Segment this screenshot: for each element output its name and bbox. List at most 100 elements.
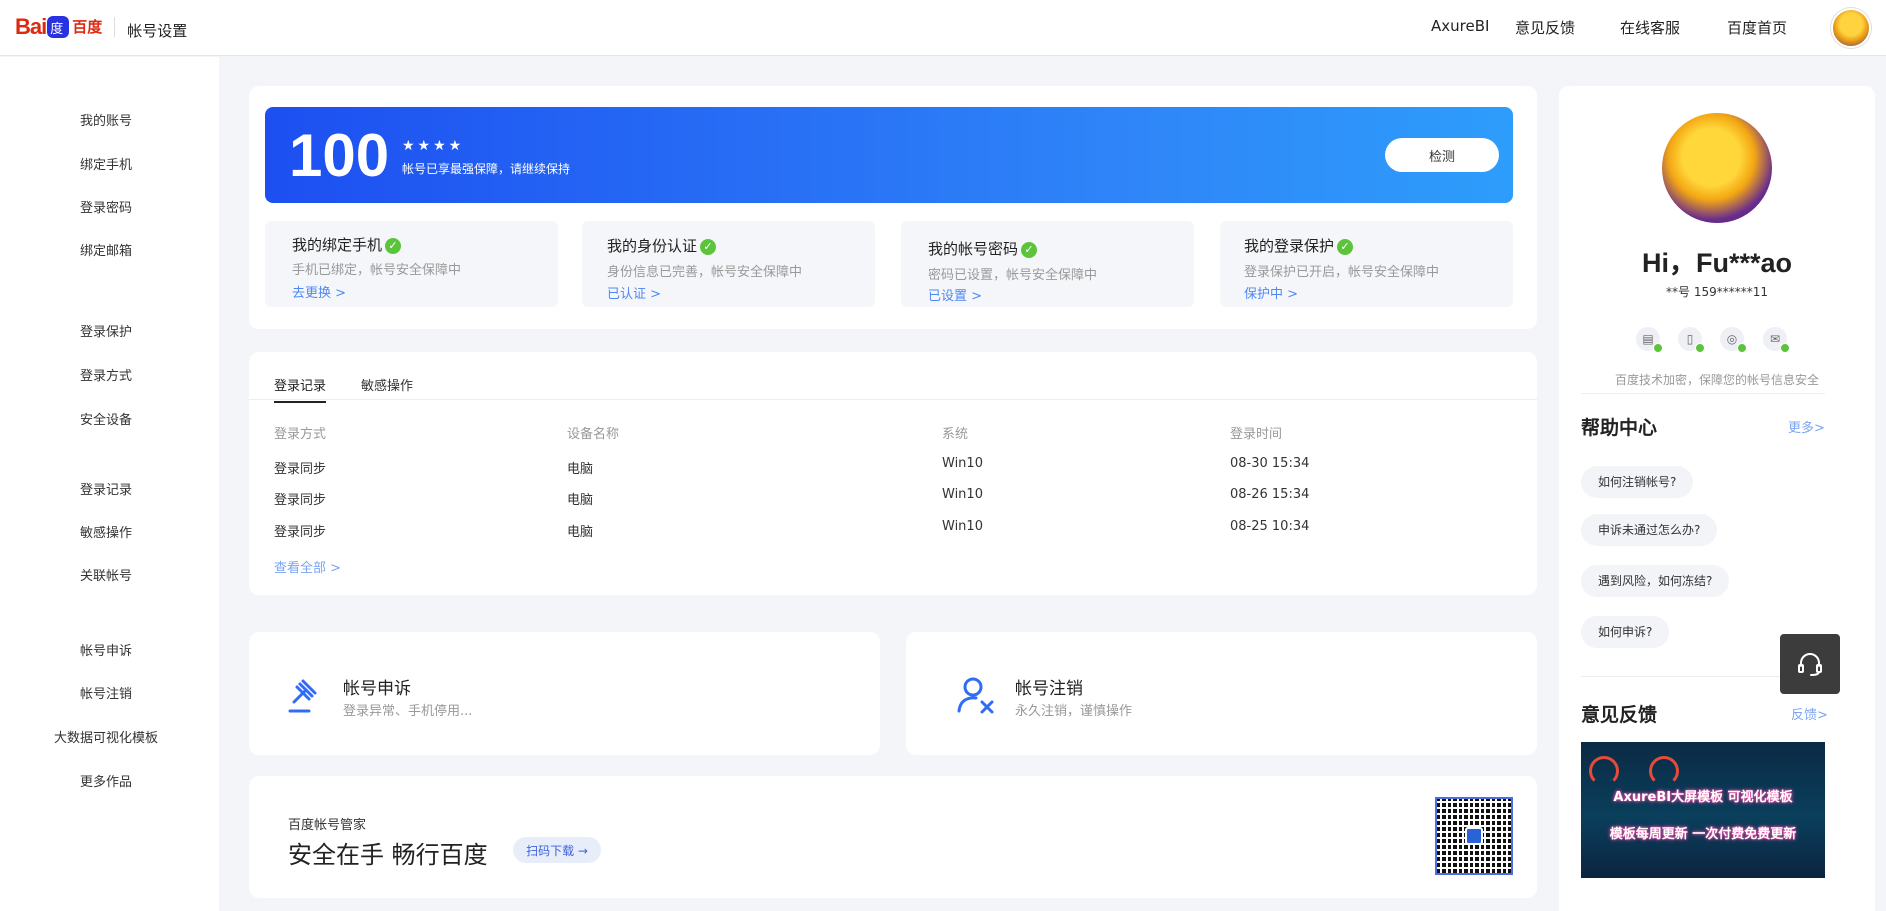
help-more-link[interactable]: 更多> xyxy=(1788,417,1825,436)
sidebar-item-cancel-account[interactable]: 帐号注销 xyxy=(0,683,212,702)
help-item[interactable]: 遇到风险，如何冻结? xyxy=(1581,565,1730,597)
check-icon: ✓ xyxy=(1337,239,1354,255)
sidebar-item-more-works[interactable]: 更多作品 xyxy=(0,771,212,790)
help-item[interactable]: 如何申诉? xyxy=(1581,616,1670,648)
nav-baidu-home[interactable]: 百度首页 xyxy=(1727,17,1787,38)
sidebar-item-login-protection[interactable]: 登录保护 xyxy=(0,321,212,340)
check-icon: ✓ xyxy=(700,239,717,255)
promo-subtitle: 百度帐号管家 xyxy=(288,818,367,833)
security-score: 100 xyxy=(289,122,390,189)
logo-divider xyxy=(114,16,116,37)
phone-icon[interactable]: ▯ xyxy=(1678,327,1705,353)
check-icon: ✓ xyxy=(385,238,402,254)
appeal-desc: 登录异常、手机停用... xyxy=(343,704,473,719)
sidebar: 我的账号 绑定手机 登录密码 绑定邮箱 登录保护 登录方式 安全设备 登录记录 … xyxy=(0,57,219,911)
table-cell: 电脑 xyxy=(567,462,594,477)
top-header: Bai 百度 帐号设置 AxureBI 意见反馈 在线客服 百度首页 xyxy=(0,0,1886,56)
nav-online-service[interactable]: 在线客服 xyxy=(1620,17,1680,38)
sidebar-item-password[interactable]: 登录密码 xyxy=(0,197,212,216)
sidebar-item-my-account[interactable]: 我的账号 xyxy=(0,110,212,129)
gavel-icon xyxy=(288,679,317,713)
status-title: 我的绑定手机 ✓ xyxy=(292,234,402,255)
sidebar-item-login-method[interactable]: 登录方式 xyxy=(0,365,212,384)
status-title-text: 我的帐号密码 xyxy=(928,240,1019,258)
status-desc: 身份信息已完善，帐号安全保障中 xyxy=(607,265,803,280)
sidebar-item-bind-phone[interactable]: 绑定手机 xyxy=(0,154,212,173)
status-title-text: 我的身份认证 xyxy=(607,237,698,255)
column-header: 设备名称 xyxy=(567,427,620,442)
login-protect-link[interactable]: 保护中 > xyxy=(1244,283,1298,302)
profile-greeting: Hi，Fu***ao xyxy=(1641,248,1793,278)
status-desc: 密码已设置，帐号安全保障中 xyxy=(928,268,1098,283)
table-cell: 登录同步 xyxy=(274,525,327,540)
column-header: 登录时间 xyxy=(1230,427,1283,442)
table-cell: 电脑 xyxy=(567,493,594,508)
id-card-icon[interactable]: ▤ xyxy=(1636,327,1663,353)
table-cell: Win10 xyxy=(942,487,983,502)
sidebar-item-linked-accounts[interactable]: 关联帐号 xyxy=(0,565,212,584)
feedback-link[interactable]: 反馈> xyxy=(1791,704,1828,723)
paw-icon xyxy=(47,15,70,38)
table-cell: 08-30 15:34 xyxy=(1230,456,1310,471)
gauge-icon xyxy=(1649,756,1679,786)
status-desc: 登录保护已开启，帐号安全保障中 xyxy=(1244,265,1440,280)
headset-icon xyxy=(1798,653,1822,676)
promo-title: 安全在手 畅行百度 xyxy=(288,841,488,869)
banner-line-1: AxureBI大屏模板 可视化模板 xyxy=(1613,790,1793,805)
nav-feedback[interactable]: 意见反馈 xyxy=(1515,17,1575,38)
column-header: 系统 xyxy=(942,427,969,442)
tab-sensitive-ops[interactable]: 敏感操作 xyxy=(361,375,413,394)
feedback-title: 意见反馈 xyxy=(1581,704,1658,726)
status-card-identity: 我的身份认证 ✓ 身份信息已完善，帐号安全保障中 已认证 > xyxy=(582,221,875,307)
divider xyxy=(1581,393,1825,394)
cancel-account-title: 帐号注销 xyxy=(1015,679,1083,699)
status-desc: 手机已绑定，帐号安全保障中 xyxy=(292,263,462,278)
cancel-account-card[interactable] xyxy=(906,632,1537,755)
status-card-phone: 我的绑定手机 ✓ 手机已绑定，帐号安全保障中 去更换 > xyxy=(265,221,558,307)
scan-download-button[interactable]: 扫码下载 → xyxy=(513,837,601,863)
cancel-account-desc: 永久注销，谨慎操作 xyxy=(1015,704,1133,719)
gauge-icon xyxy=(1589,756,1619,786)
login-records-card xyxy=(249,352,1537,595)
user-avatar[interactable] xyxy=(1831,8,1871,48)
profile-avatar[interactable] xyxy=(1662,113,1772,223)
baidu-logo[interactable]: Bai 百度 帐号设置 xyxy=(15,12,187,41)
help-center-title: 帮助中心 xyxy=(1581,417,1658,439)
profile-account: **号 159******11 xyxy=(1666,285,1768,299)
logo-text: Bai xyxy=(15,13,47,39)
status-title: 我的身份认证 ✓ xyxy=(607,235,717,256)
change-phone-link[interactable]: 去更换 > xyxy=(292,282,346,301)
mail-icon[interactable]: ✉ xyxy=(1763,327,1790,353)
status-title-text: 我的绑定手机 xyxy=(292,236,383,254)
nav-axurebi[interactable]: AxureBI xyxy=(1431,17,1489,35)
table-cell: 08-26 15:34 xyxy=(1230,487,1310,502)
sidebar-item-security-device[interactable]: 安全设备 xyxy=(0,409,212,428)
security-message: 帐号已享最强保障，请继续保持 xyxy=(402,162,571,176)
password-link[interactable]: 已设置 > xyxy=(928,285,982,304)
help-item[interactable]: 如何注销帐号? xyxy=(1581,466,1694,498)
shield-icon[interactable]: ◎ xyxy=(1720,327,1747,353)
sidebar-item-bind-email[interactable]: 绑定邮箱 xyxy=(0,240,212,259)
status-card-password: 我的帐号密码 ✓ 密码已设置，帐号安全保障中 已设置 > xyxy=(901,221,1194,307)
table-cell: Win10 xyxy=(942,519,983,534)
status-title: 我的登录保护 ✓ xyxy=(1244,235,1354,256)
view-all-link[interactable]: 查看全部 > xyxy=(274,557,341,576)
logo-cn-text: 百度 xyxy=(72,18,103,36)
status-title-text: 我的登录保护 xyxy=(1244,237,1335,255)
table-cell: 登录同步 xyxy=(274,462,327,477)
user-remove-icon xyxy=(957,677,994,714)
status-card-login-protect: 我的登录保护 ✓ 登录保护已开启，帐号安全保障中 保护中 > xyxy=(1220,221,1513,307)
feedback-banner-image[interactable]: AxureBI大屏模板 可视化模板 模板每周更新 一次付费免费更新 xyxy=(1581,742,1825,878)
sidebar-item-sensitive-ops[interactable]: 敏感操作 xyxy=(0,522,212,541)
verified-dot-icon xyxy=(1737,343,1747,353)
verified-dot-icon xyxy=(1780,343,1790,353)
detect-button[interactable]: 检测 xyxy=(1385,138,1499,172)
customer-service-button[interactable] xyxy=(1780,634,1840,694)
banner-line-2: 模板每周更新 一次付费免费更新 xyxy=(1609,827,1797,842)
sidebar-item-bigdata-template[interactable]: 大数据可视化模板 xyxy=(0,727,212,746)
help-item[interactable]: 申诉未通过怎么办? xyxy=(1581,514,1718,546)
identity-link[interactable]: 已认证 > xyxy=(607,283,661,302)
sidebar-item-login-records[interactable]: 登录记录 xyxy=(0,479,212,498)
sidebar-item-appeal[interactable]: 帐号申诉 xyxy=(0,640,212,659)
appeal-title: 帐号申诉 xyxy=(343,679,411,699)
